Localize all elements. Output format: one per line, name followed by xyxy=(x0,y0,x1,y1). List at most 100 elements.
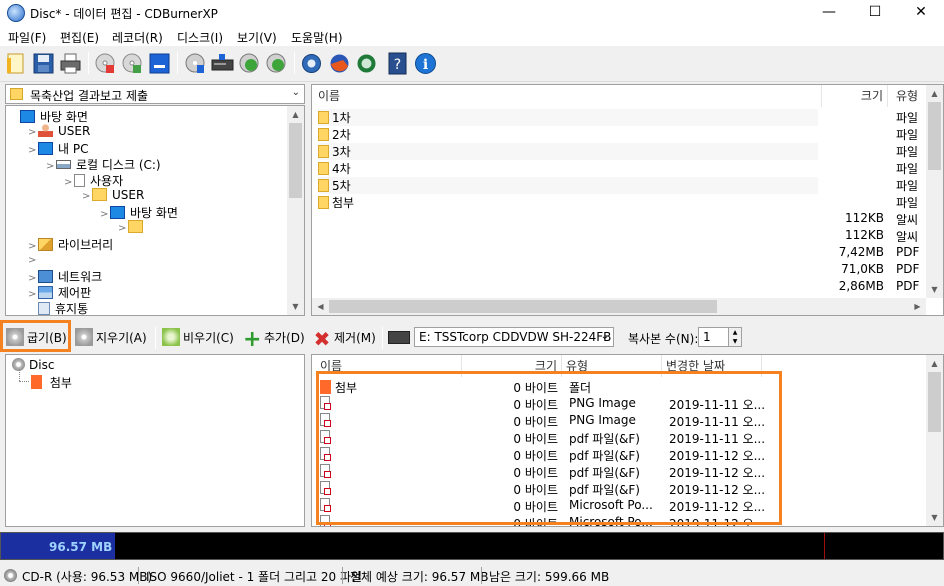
menu-disc[interactable]: 디스크(I) xyxy=(177,29,223,46)
column-name[interactable]: 이름 xyxy=(312,355,462,377)
expand-chevron-icon[interactable]: > xyxy=(28,127,38,138)
compilation-row[interactable]: 0 바이트 pdf 파일(&F) 2019-11-12 오... xyxy=(320,447,920,464)
compilation-row[interactable]: 0 바이트 PNG Image 2019-11-11 오... xyxy=(320,396,920,413)
clear-button[interactable]: 비우기(C) xyxy=(162,326,234,350)
scrollbar-thumb[interactable] xyxy=(928,102,941,170)
file-row-folder[interactable]: 4차 xyxy=(318,160,818,177)
burn-check-icon[interactable] xyxy=(120,51,145,76)
scroll-up-arrow-icon[interactable]: ▲ xyxy=(926,85,943,102)
firefox-icon[interactable] xyxy=(327,51,352,76)
column-size[interactable]: 크기 xyxy=(462,355,562,377)
tree-node[interactable]: > 사용자 xyxy=(64,172,123,188)
erase-disc-icon[interactable] xyxy=(93,51,118,76)
tree-node[interactable]: > USER xyxy=(28,124,90,140)
drive-icon[interactable] xyxy=(210,51,235,76)
files-horizontal-scrollbar[interactable]: ◀ ▶ xyxy=(312,298,926,315)
tree-node[interactable]: > xyxy=(28,252,38,268)
print-icon[interactable] xyxy=(58,51,83,76)
column-modified[interactable]: 변경한 날짜 xyxy=(662,355,762,377)
scroll-down-arrow-icon[interactable]: ▼ xyxy=(926,281,943,298)
compilation-tree[interactable]: Disc 첨부 xyxy=(5,354,305,527)
settings-gear-icon[interactable] xyxy=(299,51,324,76)
compilation-row[interactable]: 첨부 0 바이트 폴더 xyxy=(320,379,920,396)
expand-chevron-icon[interactable]: > xyxy=(46,161,56,172)
scroll-up-arrow-icon[interactable]: ▲ xyxy=(926,355,943,372)
tree-node[interactable]: > 내 PC xyxy=(28,140,88,156)
compilation-row[interactable]: 0 바이트 pdf 파일(&F) 2019-11-11 오... xyxy=(320,430,920,447)
disc-down-icon[interactable] xyxy=(237,51,262,76)
disc-up-icon[interactable] xyxy=(264,51,289,76)
tree-node[interactable]: 휴지통 xyxy=(28,300,88,315)
file-row-folder[interactable]: 2차 xyxy=(318,126,818,143)
compilation-vertical-scrollbar[interactable]: ▲ ▼ xyxy=(926,355,943,526)
file-row-folder[interactable]: 5차 xyxy=(318,177,818,194)
column-size[interactable]: 크기 xyxy=(822,85,888,107)
expand-chevron-icon[interactable]: > xyxy=(100,209,110,220)
tree-node[interactable]: > USER xyxy=(82,188,144,204)
minimize-button[interactable]: — xyxy=(806,0,852,26)
expand-chevron-icon[interactable]: > xyxy=(28,241,38,252)
tree-item-attachment[interactable]: 첨부 xyxy=(31,374,72,391)
add-button[interactable]: + 추가(D) xyxy=(243,326,305,351)
compilation-row[interactable]: 0 바이트 Microsoft Po... 2019-11-12 오... xyxy=(320,515,920,526)
recorder-device-select[interactable]: E: TSSTcorp CDDVDW SH-224FB ⌄ xyxy=(414,327,614,347)
compilation-row[interactable]: 0 바이트 PNG Image 2019-11-11 오... xyxy=(320,413,920,430)
compilation-row[interactable]: 0 바이트 pdf 파일(&F) 2019-11-12 오... xyxy=(320,464,920,481)
stepper-down-icon[interactable]: ▼ xyxy=(728,337,741,346)
tree-node[interactable]: > 제어판 xyxy=(28,284,91,300)
tree-node[interactable]: > 바탕 화면 xyxy=(100,204,178,220)
file-row-folder[interactable]: 3차 xyxy=(318,143,818,160)
scrollbar-thumb[interactable] xyxy=(289,123,302,198)
stepper-up-icon[interactable]: ▲ xyxy=(728,328,741,337)
maximize-button[interactable]: ☐ xyxy=(852,0,898,26)
scrollbar-thumb[interactable] xyxy=(928,372,941,432)
file-size: 71,0KB xyxy=(841,262,884,276)
file-row-folder[interactable]: 1차 xyxy=(318,109,818,126)
update-globe-icon[interactable] xyxy=(354,51,379,76)
menu-help[interactable]: 도움말(H) xyxy=(291,29,343,46)
tree-node[interactable]: > 라이브러리 xyxy=(28,236,113,252)
folder-path-combo[interactable]: 목축산업 결과보고 제출 ⌄ xyxy=(5,84,305,104)
erase-button[interactable]: 지우기(A) xyxy=(75,326,147,350)
compilation-row[interactable]: 0 바이트 Microsoft Po... 2019-11-12 오... xyxy=(320,498,920,515)
scroll-left-arrow-icon[interactable]: ◀ xyxy=(312,298,329,315)
remove-button[interactable]: ✖ 제거(M) xyxy=(313,326,376,350)
close-button[interactable]: ✕ xyxy=(898,0,944,26)
expand-chevron-icon[interactable]: > xyxy=(28,273,38,284)
tree-node[interactable]: 바탕 화면 xyxy=(10,108,88,124)
save-icon[interactable] xyxy=(31,51,56,76)
expand-chevron-icon[interactable]: > xyxy=(28,145,38,156)
scroll-down-arrow-icon[interactable]: ▼ xyxy=(926,509,943,526)
menu-recorder[interactable]: 레코더(R) xyxy=(112,29,163,46)
file-list[interactable]: 이름 ^ 크기 유형 1차 파일 2차 파일 3차 파일 4차 파일 5차 파일 첨부 파일 112KB… xyxy=(311,84,944,316)
compilation-file-list[interactable]: 이름 크기 유형 변경한 날짜 첨부 0 바이트 폴더 0 바이트 PNG Image 2… xyxy=(311,354,944,527)
expand-chevron-icon[interactable]: > xyxy=(28,289,38,300)
burn-button[interactable]: 굽기(B) xyxy=(6,326,67,350)
info-icon[interactable]: i xyxy=(413,51,438,76)
new-project-icon[interactable] xyxy=(4,51,29,76)
copies-stepper[interactable]: 1 ▲ ▼ xyxy=(698,327,742,347)
tree-node[interactable]: > 네트워크 xyxy=(28,268,102,284)
compilation-row[interactable]: 0 바이트 pdf 파일(&F) 2019-11-12 오... xyxy=(320,481,920,498)
tree-vertical-scrollbar[interactable]: ▲ ▼ xyxy=(287,106,304,315)
expand-chevron-icon[interactable]: > xyxy=(118,223,128,234)
menu-edit[interactable]: 편집(E) xyxy=(60,29,99,46)
blue-square-icon[interactable] xyxy=(147,51,172,76)
expand-chevron-icon[interactable]: > xyxy=(64,177,74,188)
scroll-right-arrow-icon[interactable]: ▶ xyxy=(909,298,926,315)
help-book-icon[interactable]: ? xyxy=(385,51,410,76)
menu-view[interactable]: 보기(V) xyxy=(237,29,277,46)
folder-tree[interactable]: 바탕 화면 > USER > 내 PC > 로컬 디스크 (C:) > 사용자 > USER > 바탕 … xyxy=(5,105,305,316)
tree-node[interactable]: > 로컬 디스크 (C:) xyxy=(46,156,161,172)
menu-file[interactable]: 파일(F) xyxy=(8,29,46,46)
scroll-up-arrow-icon[interactable]: ▲ xyxy=(287,106,304,123)
expand-chevron-icon[interactable]: > xyxy=(82,191,92,202)
column-type[interactable]: 유형 xyxy=(562,355,662,377)
disc-info-icon[interactable] xyxy=(183,51,208,76)
file-row-folder[interactable]: 첨부 xyxy=(318,194,818,211)
tree-node[interactable]: > xyxy=(118,220,148,236)
scrollbar-thumb[interactable] xyxy=(329,300,717,313)
expand-chevron-icon[interactable]: > xyxy=(28,255,38,266)
files-vertical-scrollbar[interactable]: ▲ ▼ xyxy=(926,85,943,298)
scroll-down-arrow-icon[interactable]: ▼ xyxy=(287,298,304,315)
